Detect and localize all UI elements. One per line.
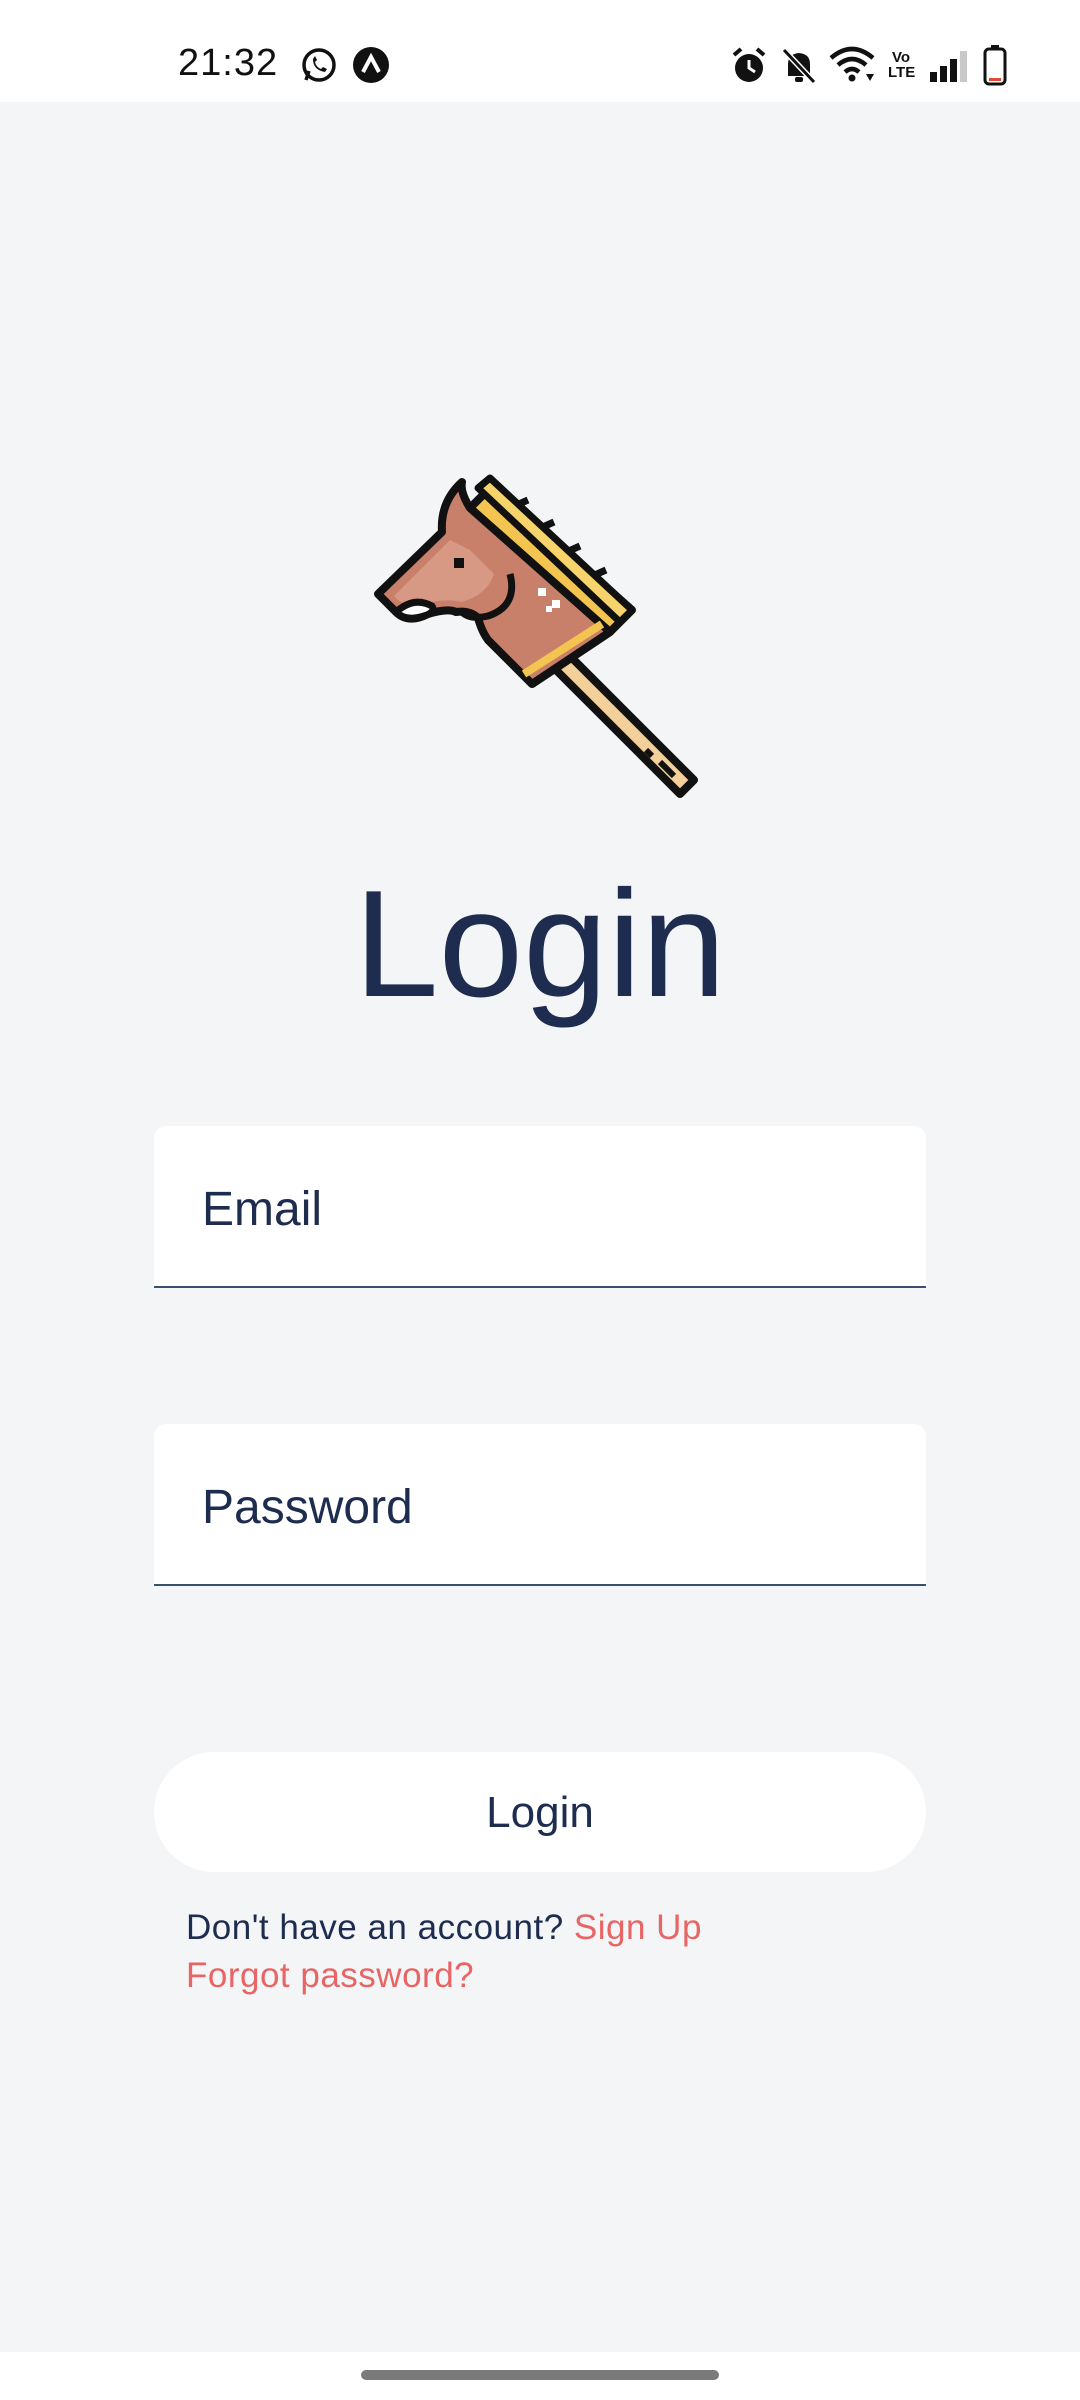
page-title: Login	[354, 859, 726, 1029]
status-time: 21:32	[178, 42, 279, 84]
bell-muted-icon	[780, 46, 818, 91]
signal-icon	[928, 46, 972, 89]
login-button[interactable]: Login	[154, 1752, 926, 1872]
forgot-password-link[interactable]: Forgot password?	[186, 1956, 474, 1996]
signup-prompt: Don't have an account? Sign Up	[186, 1908, 702, 1948]
password-field-label: Password	[202, 1481, 413, 1534]
hobby-horse-icon	[370, 462, 710, 802]
app-notification-icon	[352, 46, 390, 89]
wifi-icon	[828, 46, 876, 89]
signup-link[interactable]: Sign Up	[574, 1908, 702, 1947]
password-field[interactable]: Password	[154, 1424, 926, 1586]
no-account-text: Don't have an account?	[186, 1908, 574, 1947]
status-bar: 21:32 Vo LTE	[0, 0, 1080, 102]
battery-icon	[982, 44, 1008, 91]
whatsapp-icon	[300, 46, 338, 89]
alarm-icon	[730, 46, 768, 91]
volte-icon: Vo LTE	[888, 49, 916, 81]
home-indicator[interactable]	[361, 2370, 719, 2380]
email-field[interactable]: Email	[154, 1126, 926, 1288]
email-field-label: Email	[202, 1183, 323, 1236]
